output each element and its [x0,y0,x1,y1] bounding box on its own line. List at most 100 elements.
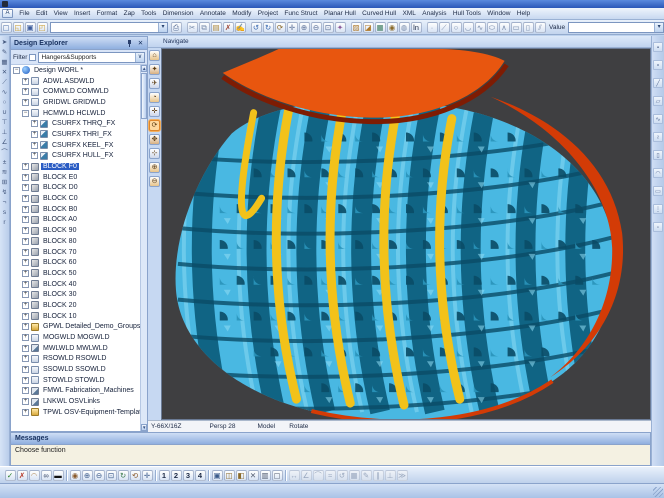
infinite-icon[interactable]: ∞ [41,470,52,481]
tree-item-gridwl-gridwld[interactable]: +GRIDWL GRIDWLD [11,97,140,108]
menu-item-modify[interactable]: Modify [229,10,255,17]
palette-note-icon[interactable]: ▫ [653,222,663,232]
pan-icon[interactable]: ✛ [287,22,298,33]
model-folder-icon[interactable]: ▨ [351,22,362,33]
design-explorer-header[interactable]: Design Explorer ✕ [11,37,147,50]
palette-plane-icon[interactable]: ▱ [653,96,663,106]
expand-icon[interactable]: + [22,99,29,106]
menu-item-help[interactable]: Help [514,10,534,17]
tree-item-block-d0[interactable]: +BLOCK D0 [11,183,140,194]
close-icon[interactable]: ✕ [136,39,145,48]
expand-icon[interactable]: + [22,238,29,245]
tree-item-csurfx-hull-fx[interactable]: +CSURFX HULL_FX [11,151,140,162]
menu-item-func-struct[interactable]: Func Struct [281,10,321,17]
nav-axes-icon[interactable]: ⊹ [149,148,160,159]
nav-walk-icon[interactable]: ✦ [149,64,160,75]
perp-icon[interactable]: ⊥ [0,128,9,138]
filter-combobox[interactable]: Hangers&Supports ∨ [38,52,145,63]
title-bar[interactable] [0,0,664,8]
menu-item-analysis[interactable]: Analysis [419,10,450,17]
bolt-icon[interactable]: ↯ [0,188,9,198]
palette-weld-icon[interactable]: ⋮ [653,204,663,214]
menu-item-annotate[interactable]: Annotate [197,10,229,17]
undo-icon[interactable]: ↺ [251,22,262,33]
palette-point-icon[interactable]: ∘ [653,60,663,70]
ref-icon[interactable]: r [0,218,9,228]
expand-icon[interactable]: + [22,227,29,234]
nav-move-icon[interactable]: ✥ [149,134,160,145]
parallel-icon[interactable]: ∥ [373,470,384,481]
line-tool-icon[interactable]: ⟋ [439,22,450,33]
palette-frame-icon[interactable]: ▯ [653,150,663,160]
view-2-button[interactable]: 2 [171,470,182,481]
tree-item-stowld-stowld[interactable]: +STOWLD STOWLD [11,375,140,386]
filter-checkbox[interactable] [29,54,36,61]
nav-zoom-out-icon[interactable]: ⊖ [149,176,160,187]
palette-panel-icon[interactable]: ▭ [653,186,663,196]
tee-icon[interactable]: ⊤ [0,118,9,128]
open-icon[interactable]: ◱ [13,22,24,33]
circle-icon[interactable]: ○ [0,98,9,108]
tree-item-block-60[interactable]: +BLOCK 60 [11,257,140,268]
expand-icon[interactable]: + [31,120,38,127]
expand-icon[interactable]: + [22,259,29,266]
spline-tool-icon[interactable]: ∿ [475,22,486,33]
rotate-view-icon[interactable]: ⟳ [275,22,286,33]
tile-windows-icon[interactable]: ▣ [212,470,223,481]
save-icon[interactable]: ▣ [25,22,36,33]
expand-icon[interactable]: + [22,291,29,298]
tree-item-block-70[interactable]: +BLOCK 70 [11,247,140,258]
select-tool-icon[interactable]: · [427,22,438,33]
save-view-icon[interactable]: ◪ [363,22,374,33]
menu-item-hull-tools[interactable]: Hull Tools [450,10,484,17]
tree-item-lnkwl-osvlinks[interactable]: +LNKWL OSVLinks [11,396,140,407]
expand-icon[interactable]: + [31,131,38,138]
measure-curve-icon[interactable]: ≈ [325,470,336,481]
measure-distance-icon[interactable]: ↔ [289,470,300,481]
navigate-tab[interactable]: Navigate [148,36,651,48]
document-combobox[interactable]: ▾ [50,22,168,33]
expand-icon[interactable]: + [22,184,29,191]
more-tools-icon[interactable]: ≫ [397,470,408,481]
tree-item-ssowld-ssowld[interactable]: +SSOWLD SSOWLD [11,364,140,375]
zoom-out-icon[interactable]: ⊖ [311,22,322,33]
menu-item-format[interactable]: Format [93,10,120,17]
grid-snap-icon[interactable]: ▦ [349,470,360,481]
menu-item-insert[interactable]: Insert [71,10,94,17]
tree-item-mogwld-mogwld[interactable]: +MOGWLD MOGWLD [11,332,140,343]
tree-item-fmwl-fabrication-machines[interactable]: +FMWL Fabrication_Machines [11,386,140,397]
expand-icon[interactable]: + [22,270,29,277]
arc-icon[interactable]: ⌒ [0,148,9,158]
nav-zoom-in-icon[interactable]: ⊕ [149,162,160,173]
open-project-icon[interactable]: ◰ [37,22,48,33]
refresh-icon[interactable]: ✦ [335,22,346,33]
palette-curve-icon[interactable]: ∿ [653,114,663,124]
expand-icon[interactable]: + [31,142,38,149]
rect-tool-icon[interactable]: ▭ [511,22,522,33]
nav-home-icon[interactable]: ⌂ [149,50,160,61]
confirm-icon[interactable]: ✓ [5,470,16,481]
menu-item-dimension[interactable]: Dimension [160,10,197,17]
tree-item-block-a0[interactable]: +BLOCK A0 [11,215,140,226]
expand-icon[interactable]: + [22,249,29,256]
tree-item-design-worl-[interactable]: −Design WORL * [11,65,140,76]
expand-icon[interactable]: + [22,355,29,362]
expand-icon[interactable]: + [22,88,29,95]
expand-icon[interactable]: + [22,345,29,352]
expand-icon[interactable]: + [22,313,29,320]
ellipse-tool-icon[interactable]: ⬭ [487,22,498,33]
expand-icon[interactable]: + [22,302,29,309]
grab-hand-icon[interactable]: ◠ [29,470,40,481]
messages-header[interactable]: Messages [11,433,650,445]
tree-scrollbar[interactable]: ▲ ▼ [140,65,147,431]
arc-tool-icon[interactable]: ◡ [463,22,474,33]
tree-item-csurfx-thrq-fx[interactable]: +CSURFX THRQ_FX [11,118,140,129]
split-view-icon[interactable]: ◧ [236,470,247,481]
cut-icon[interactable]: ✂ [187,22,198,33]
expand-icon[interactable]: + [22,195,29,202]
expand-icon[interactable]: + [22,334,29,341]
plusminus-icon[interactable]: ± [0,158,9,168]
cells-icon[interactable]: ⊞ [0,178,9,188]
value-dropdown-icon[interactable]: ▾ [654,23,663,32]
tree-item-csurfx-thri-fx[interactable]: +CSURFX THRI_FX [11,129,140,140]
